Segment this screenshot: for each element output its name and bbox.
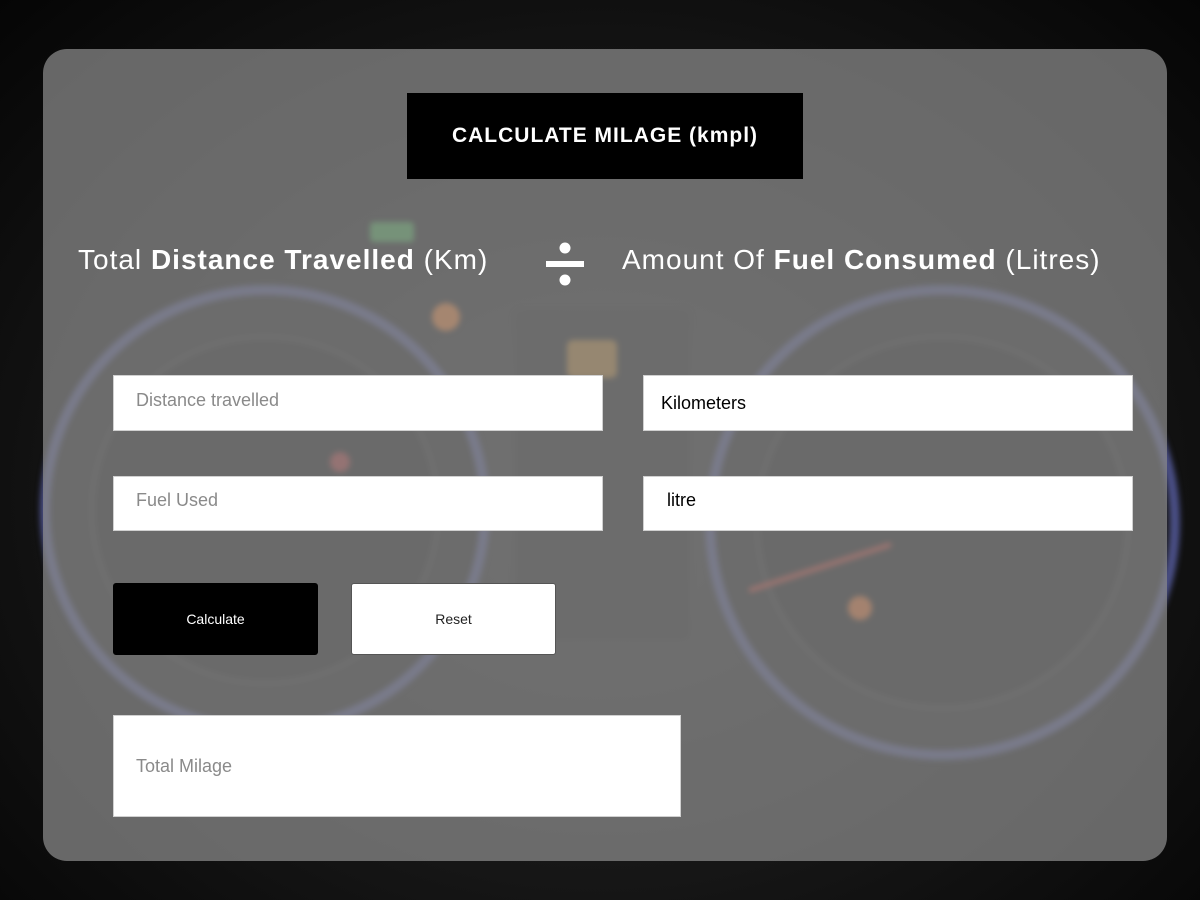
fuel-unit-select[interactable]: litre (643, 476, 1133, 531)
reset-button[interactable]: Reset (351, 583, 556, 655)
fuel-input[interactable] (113, 476, 603, 531)
formula-numerator: Total Distance Travelled (Km) (78, 244, 488, 276)
total-milage-output[interactable] (113, 715, 681, 817)
formula-left-bold: Distance Travelled (150, 244, 415, 275)
formula-right-suffix: (Litres) (996, 244, 1101, 275)
formula-denominator: Amount Of Fuel Consumed (Litres) (622, 244, 1101, 276)
page-title: CALCULATE MILAGE (kmpl) (407, 93, 803, 179)
formula-right-bold: Fuel Consumed (773, 244, 997, 275)
distance-input[interactable] (113, 375, 603, 431)
formula-left-prefix: Total (78, 244, 151, 275)
app-background: CALCULATE MILAGE (kmpl) Total Distance T… (0, 0, 1200, 900)
divide-icon (546, 242, 584, 286)
formula-left-suffix: (Km) (414, 244, 489, 275)
formula-right-prefix: Amount Of (622, 244, 774, 275)
distance-unit-select[interactable]: Kilometers (643, 375, 1133, 431)
calculate-button[interactable]: Calculate (113, 583, 318, 655)
